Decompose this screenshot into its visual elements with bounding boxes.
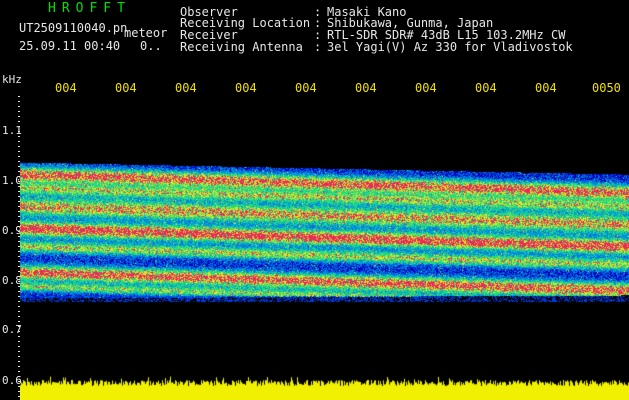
x-tick: 0050 [592, 81, 621, 95]
x-tick: 004 [115, 81, 137, 95]
x-tick: 004 [415, 81, 437, 95]
app-title: HROFFT [48, 1, 131, 16]
x-tick: 004 [175, 81, 197, 95]
antenna-colon: : [314, 40, 322, 54]
date-time: 25.09.11 00:40 [19, 39, 121, 53]
spectrogram-plot [20, 96, 629, 400]
antenna-label: Receiving Antenna [180, 40, 303, 54]
unit-label: kHz [2, 73, 22, 86]
antenna-value: 3el Yagi(V) Az 330 for Vladivostok [327, 40, 573, 54]
x-tick: 004 [475, 81, 497, 95]
x-tick: 004 [55, 81, 77, 95]
x-tick: 004 [235, 81, 257, 95]
x-tick: 004 [535, 81, 557, 95]
x-tick: 004 [355, 81, 377, 95]
status-dots: 0.. [140, 39, 162, 53]
file-name: UT2509110040.pn [19, 21, 128, 35]
meteor-label: meteor [124, 26, 168, 40]
x-tick: 004 [295, 81, 317, 95]
